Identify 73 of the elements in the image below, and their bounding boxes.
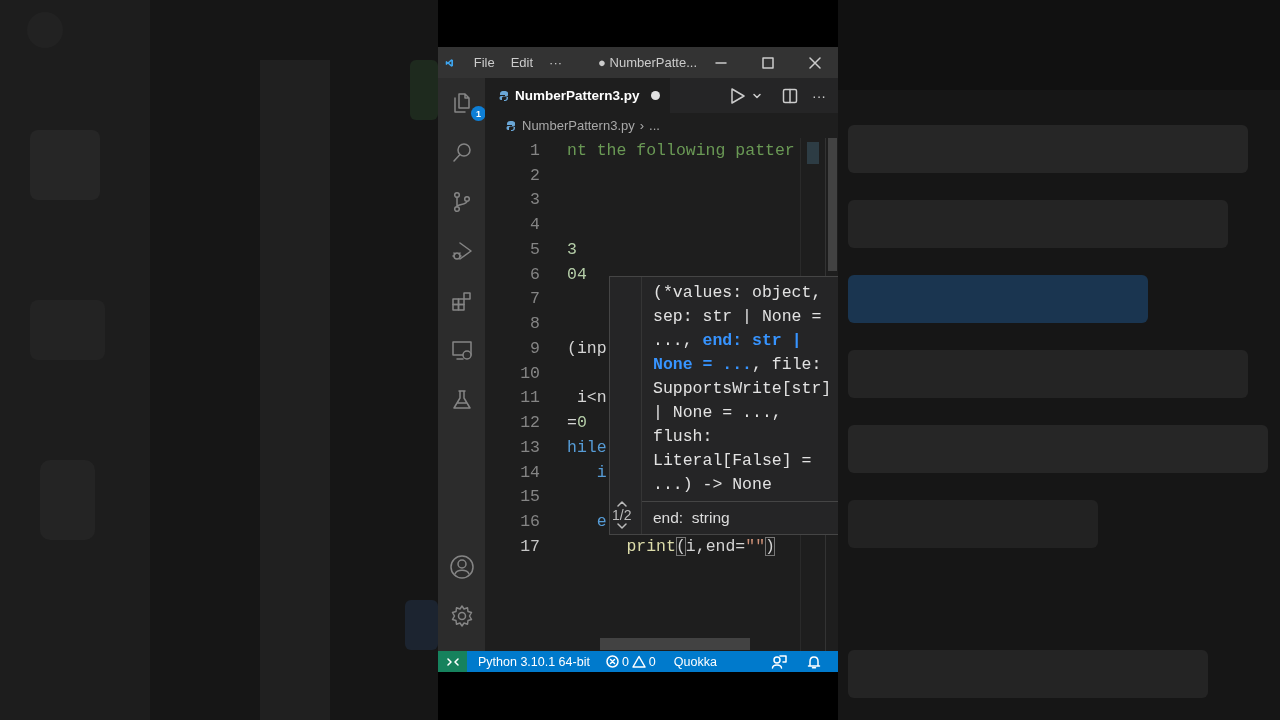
run-icon[interactable]	[728, 86, 746, 105]
editor-tab[interactable]: NumberPattern3.py	[485, 78, 670, 113]
interpreter-status[interactable]: Python 3.10.1 64-bit	[473, 654, 595, 669]
breadcrumb-separator: ›	[639, 118, 645, 133]
chevron-up-icon[interactable]	[616, 501, 627, 507]
menu-item[interactable]: File	[467, 52, 501, 73]
signature-text: | None = ...,	[653, 402, 783, 424]
line-number: 15	[519, 487, 540, 507]
code-text: ""	[745, 536, 766, 556]
code-text: i	[595, 462, 607, 482]
more-actions-button[interactable]: ···	[812, 87, 826, 104]
window-title: ● NumberPatte...	[598, 55, 697, 70]
signature-text: flush:	[653, 426, 714, 448]
line-number: 1	[529, 140, 540, 160]
remote-monitor-icon[interactable]	[449, 338, 474, 363]
line-number: 10	[519, 363, 540, 383]
code-text: e	[595, 512, 607, 532]
chevron-down-icon[interactable]	[616, 523, 627, 529]
close-icon[interactable]	[808, 56, 821, 69]
signature-text: (*values: object,	[653, 282, 823, 304]
warning-icon	[631, 655, 646, 668]
extension-status[interactable]: Quokka	[668, 654, 722, 669]
signature-text: None = ..., file:	[653, 354, 823, 376]
line-number: 4	[529, 215, 540, 235]
line-number: 8	[529, 314, 540, 334]
account-icon[interactable]	[448, 553, 475, 580]
line-number: 13	[519, 437, 540, 457]
code-text: hile	[567, 437, 607, 457]
code-text: i,end=	[685, 536, 746, 556]
line-number: 3	[529, 190, 540, 210]
code-text: print	[625, 536, 676, 556]
line-number: 9	[529, 338, 540, 358]
breadcrumb-item[interactable]: NumberPattern3.py	[522, 118, 635, 133]
python-file-icon	[505, 119, 517, 132]
overload-counter: 1/2	[612, 507, 632, 523]
signature-text: sep: str | None =	[653, 306, 823, 328]
line-number: 2	[529, 165, 540, 185]
remote-icon	[446, 655, 459, 668]
line-number: 11	[519, 388, 540, 408]
line-number: 7	[529, 289, 540, 309]
python-file-icon	[498, 89, 510, 102]
maximize-icon[interactable]	[761, 56, 774, 69]
horizontal-scrollbar[interactable]	[600, 638, 750, 650]
code-text: (	[675, 536, 686, 556]
split-editor-icon[interactable]	[782, 87, 798, 104]
breadcrumb-item[interactable]: ...	[649, 118, 660, 133]
signature-text: ...) -> None	[653, 474, 773, 496]
line-number: 16	[519, 512, 540, 532]
line-number: 17	[519, 536, 540, 556]
menu-item[interactable]: Edit	[504, 52, 540, 73]
code-text: 3	[567, 239, 577, 259]
code-text: 0	[576, 413, 587, 433]
files-icon[interactable]	[453, 92, 470, 113]
tab-label: NumberPattern3.py	[515, 88, 640, 103]
code-text: =	[567, 413, 577, 433]
signature-text: SupportsWrite[str]	[653, 378, 833, 400]
code-text: (inp	[567, 338, 607, 358]
remote-button[interactable]	[438, 651, 467, 672]
code-comment: nt the following patter	[567, 140, 795, 160]
line-number: 14	[519, 462, 540, 482]
problems-status[interactable]: 0 0	[600, 654, 661, 669]
line-number: 12	[519, 413, 540, 433]
code-text: i<n	[575, 388, 607, 408]
line-number: 5	[529, 239, 540, 259]
feedback-icon[interactable]	[771, 653, 787, 670]
line-number: 6	[529, 264, 540, 284]
signature-text: ..., end: str |	[653, 330, 803, 352]
error-icon	[605, 655, 619, 668]
signature-text: Literal[False] =	[653, 450, 813, 472]
more-menu[interactable]: ···	[543, 52, 569, 73]
bell-icon[interactable]	[807, 654, 821, 669]
code-text: 04	[567, 264, 587, 284]
code-text: )	[765, 536, 775, 556]
